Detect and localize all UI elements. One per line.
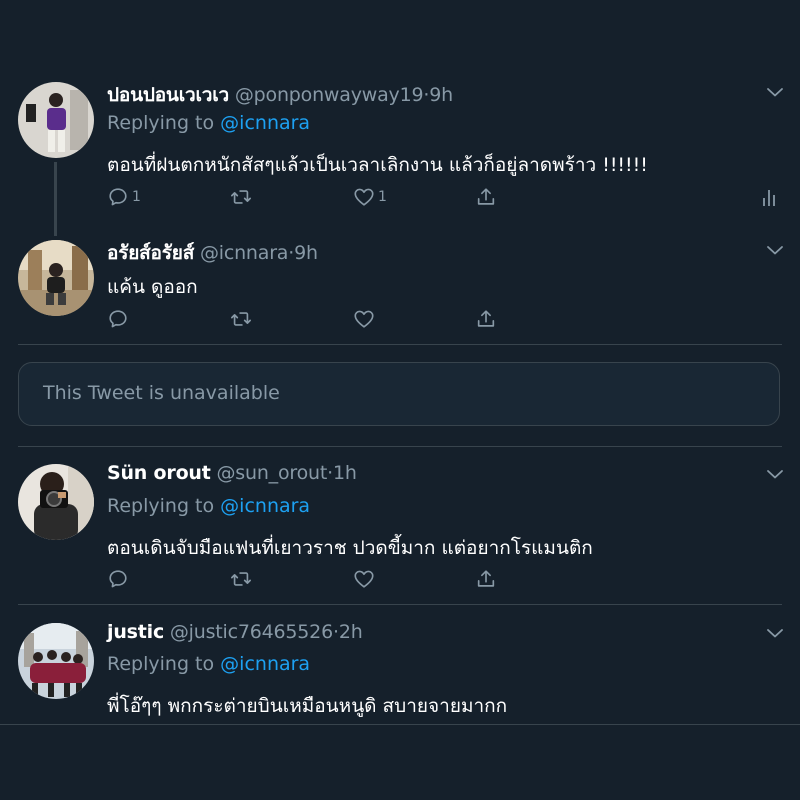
display-name[interactable]: justic (107, 621, 164, 643)
replying-to: Replying to @icnnara (107, 653, 310, 675)
tweet-header: justic @justic76465526·2h (107, 621, 363, 643)
tweet[interactable]: justic @justic76465526·2h Replying to @i… (0, 0, 800, 724)
timestamp[interactable]: 2h (339, 621, 363, 643)
tweet-text: พี่โอ๊ๆๆ พกกระต่ายบินเหมือนหนูดิ สบายจาย… (107, 695, 508, 717)
user-handle[interactable]: @justic76465526 (170, 621, 333, 643)
replying-to-label: Replying to (107, 653, 215, 675)
divider (0, 724, 800, 725)
chevron-down-icon[interactable] (766, 627, 784, 639)
avatar[interactable] (18, 623, 94, 699)
replying-to-handle[interactable]: @icnnara (220, 653, 310, 675)
